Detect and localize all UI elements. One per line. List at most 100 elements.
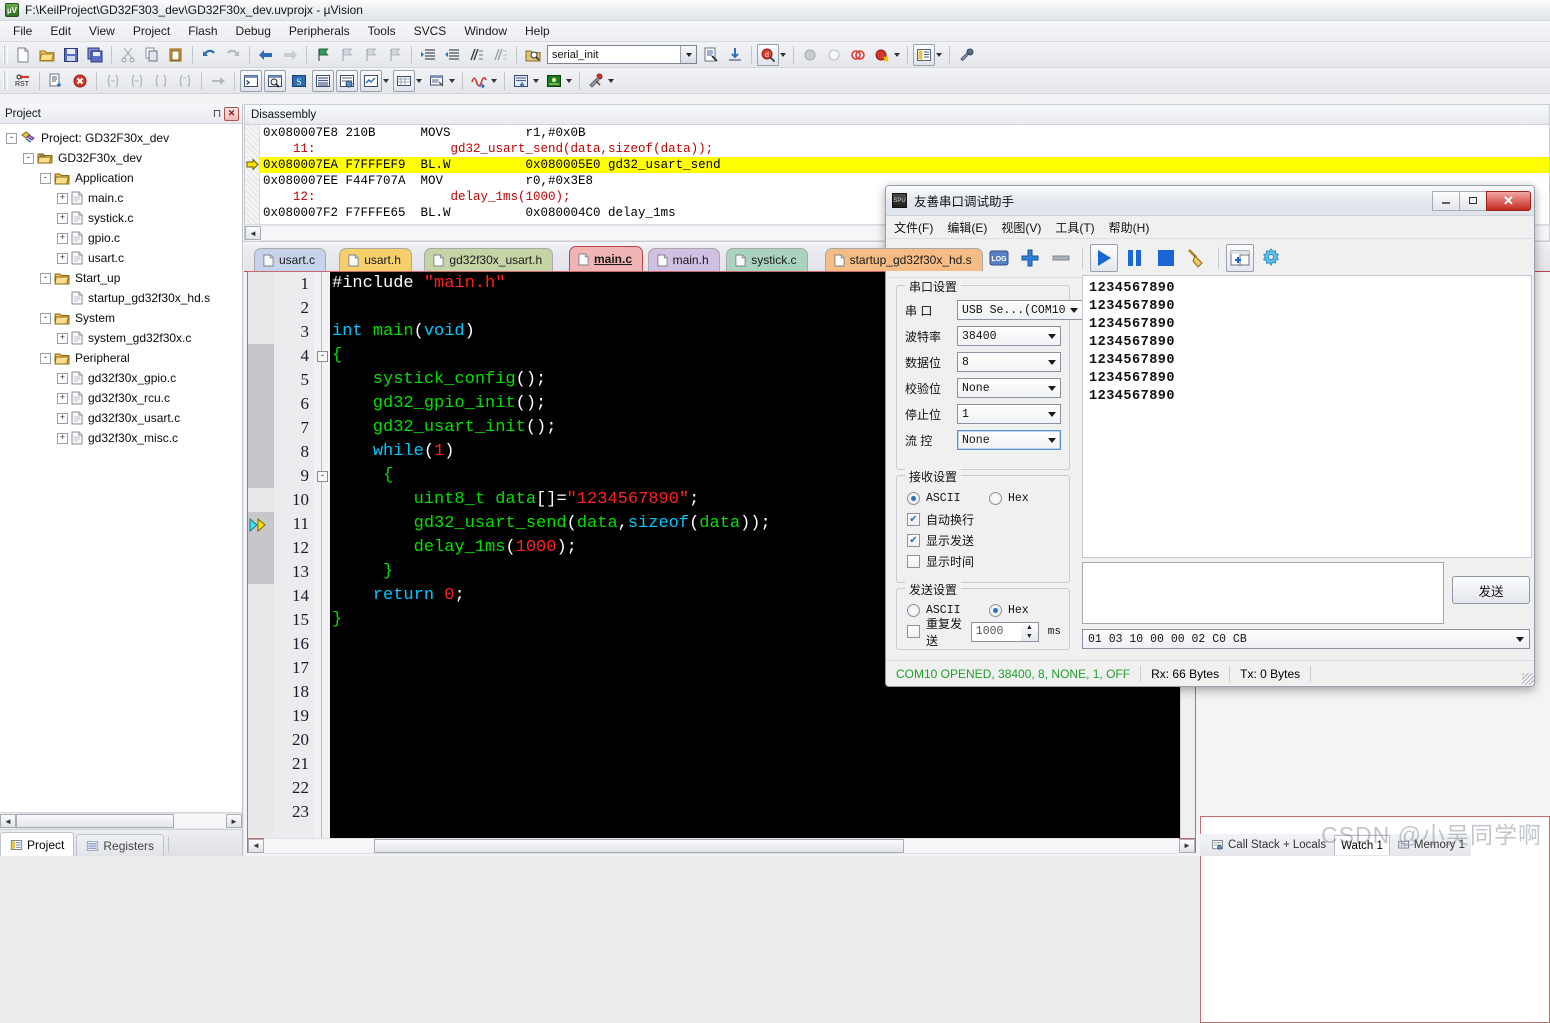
bookmark-prev-icon[interactable]	[336, 44, 358, 66]
tab-memory-1[interactable]: Memory 1	[1392, 836, 1471, 854]
code-folding-column[interactable]: --	[314, 272, 330, 838]
send-history-combo[interactable]: 01 03 10 00 00 02 C0 CB	[1082, 629, 1530, 649]
toolbar-grip[interactable]	[3, 45, 8, 64]
manage-dropdown-icon[interactable]	[936, 52, 942, 57]
chevron-down-icon[interactable]	[1044, 379, 1060, 397]
pause-icon[interactable]	[1121, 244, 1149, 272]
memory-dropdown-icon[interactable]	[416, 78, 422, 83]
menu-flash[interactable]: Flash	[179, 22, 226, 40]
menu-window[interactable]: Window	[455, 22, 516, 40]
menu-file[interactable]: File	[4, 22, 41, 40]
scroll-left-icon[interactable]: ◄	[248, 838, 264, 853]
analysis-icon[interactable]	[468, 70, 490, 92]
function-combo[interactable]: serial_init	[547, 45, 697, 64]
repeat-interval-input[interactable]: 1000	[970, 621, 1021, 642]
step-over-icon[interactable]	[126, 70, 148, 92]
fold-toggle-icon[interactable]: -	[317, 471, 328, 482]
add-icon[interactable]	[1016, 244, 1044, 272]
menu-svcs[interactable]: SVCS	[405, 22, 456, 40]
tree-expander-icon[interactable]: -	[40, 352, 51, 364]
project-tree[interactable]: - Project: GD32F30x_dev - GD32F30x_dev - Appl…	[0, 124, 242, 812]
play-icon[interactable]	[1090, 244, 1118, 272]
tree-expander-icon[interactable]: -	[40, 272, 51, 284]
copy-icon[interactable]	[141, 44, 163, 66]
bookmark-next-icon[interactable]	[360, 44, 382, 66]
system-viewer-dropdown-icon[interactable]	[566, 78, 572, 83]
log-icon[interactable]: LOG	[985, 244, 1013, 272]
check-show-send[interactable]: ✔ 显示发送	[907, 530, 1061, 551]
tree-expander-icon[interactable]: +	[57, 232, 68, 244]
editor-tab-usart-h[interactable]: usart.h	[339, 248, 412, 271]
open-folder-icon[interactable]	[36, 44, 58, 66]
chevron-down-icon[interactable]	[1044, 431, 1060, 449]
tree-node[interactable]: + systick.c	[0, 208, 242, 228]
port-field-select[interactable]: 38400	[957, 326, 1061, 346]
menu-help[interactable]: Help	[516, 22, 559, 40]
check-auto-wrap[interactable]: ✔ 自动换行	[907, 509, 1061, 530]
send-button[interactable]: 发送	[1452, 576, 1530, 604]
system-viewer-icon[interactable]	[543, 70, 565, 92]
editor-tab-gd32f30x-usart-h[interactable]: gd32f30x_usart.h	[424, 248, 554, 271]
tree-expander-icon[interactable]: +	[57, 212, 68, 224]
uncomment-icon[interactable]	[489, 44, 511, 66]
tree-node[interactable]: - Peripheral	[0, 348, 242, 368]
function-combo-arrow-icon[interactable]	[680, 46, 696, 63]
serial-window-icon[interactable]	[426, 70, 448, 92]
code-line[interactable]	[332, 800, 1195, 824]
menu-debug[interactable]: Debug	[227, 22, 280, 40]
tree-expander-icon[interactable]: +	[57, 192, 68, 204]
manage-project-icon[interactable]	[913, 43, 935, 66]
serial-menu-tools[interactable]: 工具(T)	[1055, 219, 1094, 236]
port-field-select[interactable]: None	[957, 378, 1061, 398]
tree-node[interactable]: + main.c	[0, 188, 242, 208]
watch-window-icon[interactable]	[360, 69, 382, 92]
serial-menu-help[interactable]: 帮助(H)	[1109, 219, 1150, 236]
step-out-icon[interactable]	[150, 70, 172, 92]
trace-dropdown-icon[interactable]	[533, 78, 539, 83]
code-line[interactable]	[332, 704, 1195, 728]
checkbox-icon[interactable]: ✔	[907, 534, 920, 547]
radio-icon[interactable]	[989, 604, 1002, 617]
repeat-interval-spinner[interactable]: ▲ ▼	[1020, 621, 1039, 642]
forward-icon[interactable]	[279, 44, 301, 66]
menu-edit[interactable]: Edit	[41, 22, 80, 40]
receive-mode-ascii[interactable]: ASCII	[907, 492, 989, 505]
scroll-track[interactable]	[16, 813, 226, 829]
toolbox-icon[interactable]	[585, 70, 607, 92]
goto-definition-icon[interactable]	[724, 44, 746, 66]
tree-node[interactable]: startup_gd32f30x_hd.s	[0, 288, 242, 308]
chevron-down-icon[interactable]	[1066, 301, 1082, 319]
cut-icon[interactable]	[117, 44, 139, 66]
tree-expander-icon[interactable]: +	[57, 392, 68, 404]
step-icon[interactable]	[102, 70, 124, 92]
close-icon[interactable]: ✕	[224, 106, 239, 121]
tree-node[interactable]: - GD32F30x_dev	[0, 148, 242, 168]
scroll-thumb[interactable]	[16, 814, 174, 828]
chevron-down-icon[interactable]	[1044, 327, 1060, 345]
outdent-icon[interactable]	[441, 44, 463, 66]
disassembly-source-line[interactable]: 11: gd32_usart_send(data,sizeof(data));	[245, 141, 1549, 157]
editor-tab-main-h[interactable]: main.h	[647, 248, 720, 271]
tree-node[interactable]: + usart.c	[0, 248, 242, 268]
watch-dropdown-icon[interactable]	[383, 78, 389, 83]
stop-icon[interactable]	[1152, 244, 1180, 272]
breakpoint-dropdown-icon[interactable]	[894, 52, 900, 57]
tree-node[interactable]: + gpio.c	[0, 228, 242, 248]
tree-node[interactable]: - System	[0, 308, 242, 328]
tree-expander-icon[interactable]: +	[57, 372, 68, 384]
analysis-dropdown-icon[interactable]	[491, 78, 497, 83]
checkbox-icon[interactable]: ✔	[907, 513, 920, 526]
port-field-select[interactable]: 8	[957, 352, 1061, 372]
resize-grip[interactable]	[1522, 673, 1534, 685]
tree-node[interactable]: - Project: GD32F30x_dev	[0, 128, 242, 148]
scroll-track[interactable]	[264, 837, 1179, 854]
find-in-files-icon[interactable]	[522, 44, 544, 66]
tree-expander-icon[interactable]: -	[40, 312, 51, 324]
editor-tab-startup-gd32f30x-hd-s[interactable]: startup_gd32f30x_hd.s	[824, 248, 983, 271]
chevron-down-icon[interactable]	[1044, 353, 1060, 371]
maximize-icon[interactable]	[1459, 190, 1487, 211]
menu-view[interactable]: View	[80, 22, 124, 40]
radio-icon[interactable]	[907, 604, 920, 617]
tab-registers[interactable]: Registers	[76, 834, 165, 856]
menu-tools[interactable]: Tools	[359, 22, 405, 40]
